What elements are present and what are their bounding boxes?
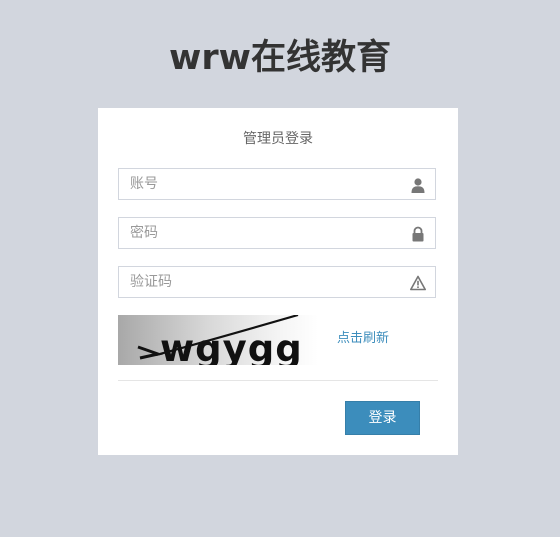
account-input[interactable]	[119, 169, 400, 199]
account-field	[118, 168, 436, 200]
lock-icon	[410, 226, 426, 242]
captcha-text: wgygg	[160, 327, 303, 365]
password-field	[118, 217, 436, 249]
site-title: wrw在线教育	[169, 38, 391, 78]
refresh-captcha-link[interactable]: 点击刷新	[337, 330, 389, 348]
captcha-field	[118, 266, 436, 298]
captcha-input[interactable]	[119, 267, 400, 297]
login-box-title: 管理员登录	[243, 131, 313, 147]
captcha-image[interactable]: wgygg	[118, 313, 318, 370]
login-box: 管理员登录 账号 验证码 wgygg 点击刷新 登录	[98, 108, 458, 455]
user-icon	[410, 177, 426, 193]
warning-icon	[410, 275, 426, 291]
divider	[118, 380, 438, 381]
password-input[interactable]	[119, 218, 400, 248]
login-button[interactable]: 登录	[345, 401, 420, 435]
